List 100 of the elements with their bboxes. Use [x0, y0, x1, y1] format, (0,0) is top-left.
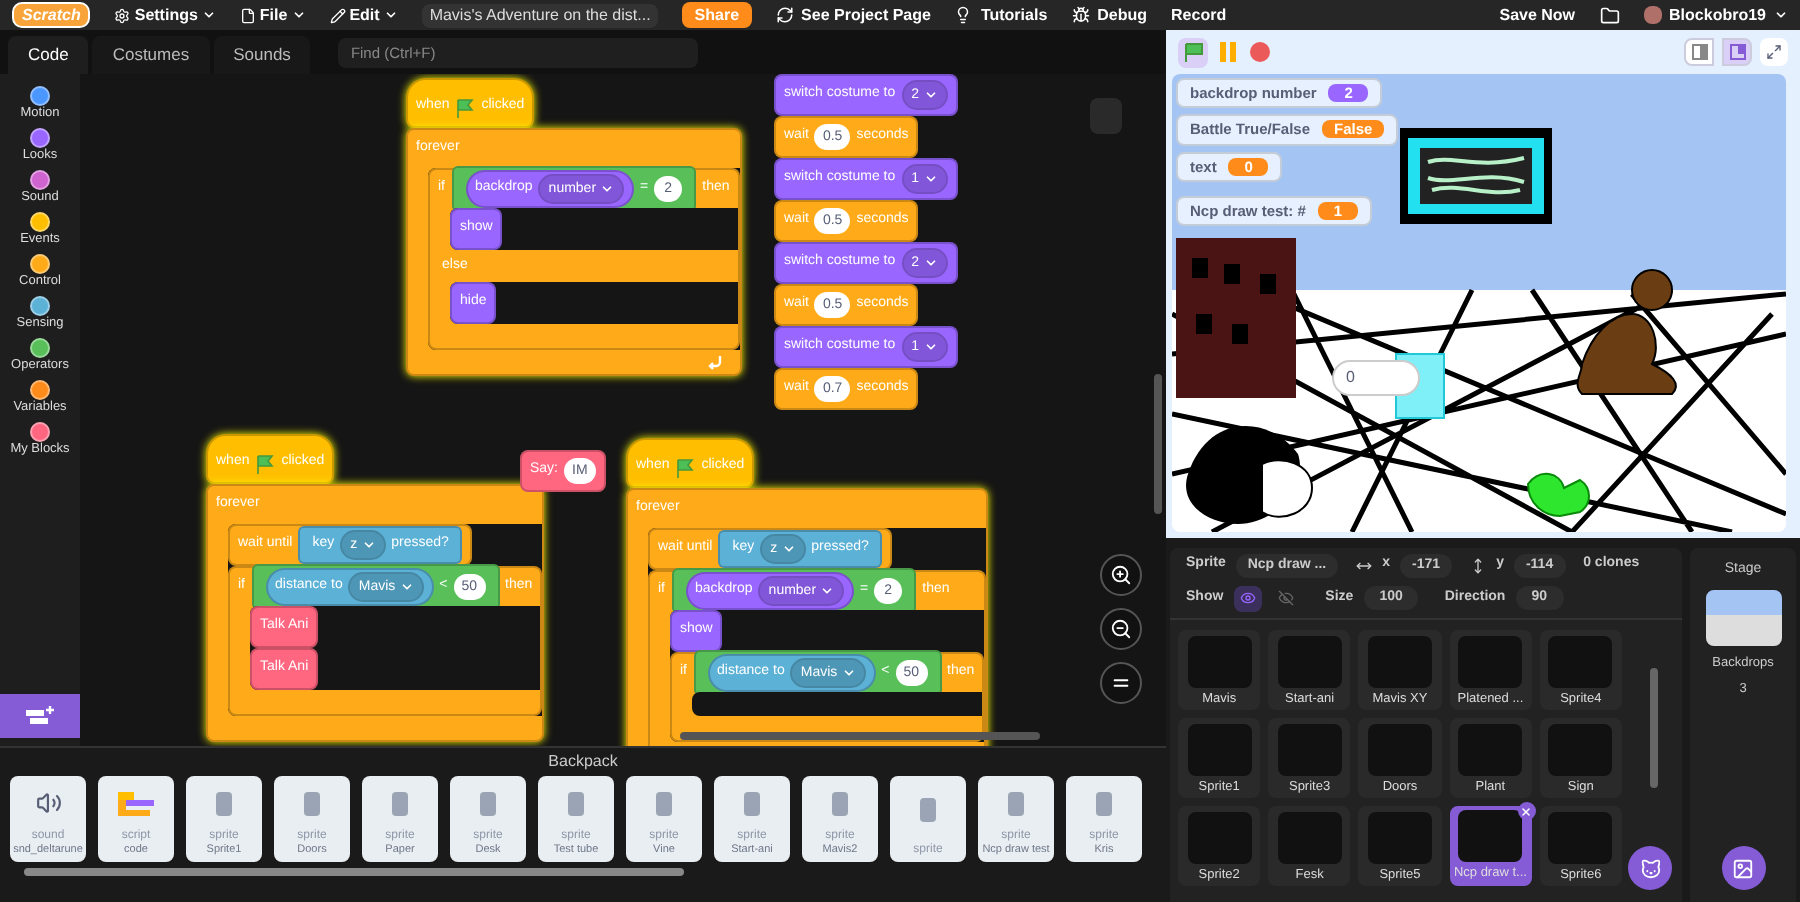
sprite-thumbnail-icon	[562, 789, 590, 817]
fullscreen-button[interactable]	[1760, 38, 1788, 66]
sprite-thumbnail	[1277, 724, 1342, 776]
script-blocks-icon	[116, 789, 156, 817]
caret-icon	[201, 8, 216, 22]
remix-icon	[775, 6, 794, 24]
zoom-out-button[interactable]	[1100, 608, 1142, 650]
horizontal-scrollbar[interactable]	[680, 732, 1040, 740]
sprite-thumbnail-icon	[738, 789, 766, 817]
stop-icon	[1250, 42, 1270, 62]
menu-link[interactable]: Tutorials	[954, 3, 1048, 27]
caret-icon	[923, 256, 938, 270]
caret-icon	[600, 182, 615, 196]
backpack-title[interactable]: Backpack	[0, 748, 1166, 776]
speech-bubble: 0	[1332, 360, 1420, 396]
caret-icon	[923, 88, 938, 102]
project-title-field[interactable]: Mavis's Adventure on the dist...	[421, 3, 659, 27]
sprite-thumbnail-icon	[650, 789, 678, 817]
menu-button[interactable]: Edit	[329, 3, 398, 27]
backdrop-thumbnail	[1705, 589, 1781, 645]
sprite-thumbnail-icon	[386, 789, 414, 817]
horizontal-scrollbar[interactable]	[24, 868, 684, 876]
editor-tab[interactable]: Costumes	[92, 36, 210, 74]
sprite-thumbnail	[1277, 812, 1342, 864]
flag-icon	[255, 453, 276, 473]
menu-link[interactable]: Record	[1171, 3, 1227, 27]
zoom-out-icon	[1110, 618, 1132, 640]
add-backdrop-button[interactable]	[1721, 846, 1765, 890]
sprite-thumbnail-icon	[826, 789, 854, 817]
flag-icon	[675, 457, 696, 477]
sprite-thumbnail-icon	[1002, 789, 1030, 817]
pause-icon	[1220, 42, 1236, 62]
sprite-thumbnail-icon	[1090, 789, 1118, 817]
avatar-icon	[1643, 6, 1662, 24]
caret-icon	[923, 172, 938, 186]
zoom-in-button[interactable]	[1100, 554, 1142, 596]
add-sprite-button[interactable]	[1628, 846, 1672, 890]
zoom-reset-button[interactable]	[1100, 662, 1142, 704]
caret-icon	[361, 538, 376, 552]
vertical-arrows-icon	[1470, 557, 1487, 573]
large-stage-button[interactable]	[1722, 38, 1752, 66]
caret-icon	[923, 340, 938, 354]
folder-icon[interactable]	[1599, 5, 1620, 25]
caret-icon	[1774, 8, 1788, 22]
vertical-scrollbar[interactable]	[1650, 668, 1658, 788]
sprite-thumbnail	[1367, 636, 1432, 688]
eye-off-icon	[1277, 590, 1294, 606]
pencil-icon	[329, 7, 346, 23]
zoom-in-icon	[1110, 564, 1132, 586]
caret-icon	[781, 542, 796, 556]
add-extension-button[interactable]	[0, 694, 80, 738]
sprite-thumbnail-icon	[210, 789, 238, 817]
extension-blocks-icon	[24, 706, 56, 726]
flag-icon	[1183, 42, 1203, 62]
sprite-thumbnail	[1548, 636, 1613, 688]
show-sprite-button[interactable]	[1233, 585, 1262, 611]
gear-icon	[114, 7, 131, 23]
eye-icon	[1239, 590, 1256, 606]
vertical-scrollbar[interactable]	[1154, 374, 1162, 514]
close-icon	[1520, 805, 1533, 817]
bug-icon	[1071, 6, 1090, 24]
caret-icon	[820, 584, 835, 598]
save-now-button[interactable]: Save Now	[1499, 3, 1576, 27]
menu-link[interactable]: Debug	[1071, 3, 1148, 27]
sprite-thumbnail	[1458, 636, 1523, 688]
sprite-thumbnail	[1187, 812, 1252, 864]
menu-link[interactable]: See Project Page	[775, 3, 931, 27]
menu-button[interactable]: File	[239, 3, 306, 27]
caret-icon	[291, 8, 306, 22]
flag-button[interactable]	[1178, 37, 1208, 67]
small-stage-button[interactable]	[1684, 38, 1714, 66]
small-stage-icon	[1691, 44, 1707, 60]
delete-sprite-button[interactable]	[1517, 802, 1536, 820]
sprite-thumbnail	[1187, 724, 1252, 776]
bulb-icon	[954, 6, 973, 24]
horizontal-arrows-icon	[1356, 557, 1373, 573]
speaker-icon	[35, 790, 61, 816]
user-menu[interactable]: Blockobro19	[1643, 3, 1788, 27]
sprite-thumbnail	[1548, 724, 1613, 776]
caret-icon	[383, 8, 398, 22]
sprite-thumbnail	[1277, 636, 1342, 688]
editor-tab[interactable]: Sounds	[213, 36, 311, 74]
editor-tab[interactable]: Code	[8, 36, 89, 74]
menu-button[interactable]: Settings	[114, 3, 216, 27]
sprite-thumbnail	[1458, 810, 1523, 862]
loop-arrow-icon	[707, 354, 724, 370]
flag-icon	[455, 97, 476, 117]
sprite-thumbnail	[1187, 636, 1252, 688]
caret-icon	[399, 580, 414, 594]
large-stage-icon	[1729, 44, 1745, 60]
caret-icon	[841, 666, 856, 680]
sprite-thumbnail	[1367, 812, 1432, 864]
sprite-thumbnail	[1458, 724, 1523, 776]
sprite-thumbnail-icon	[474, 789, 502, 817]
sprite-thumbnail-icon	[298, 789, 326, 817]
stop-button[interactable]	[1248, 37, 1272, 67]
cat-icon	[1639, 857, 1661, 879]
file-icon	[239, 7, 256, 23]
fullscreen-icon	[1766, 44, 1782, 60]
image-icon	[1732, 857, 1754, 879]
